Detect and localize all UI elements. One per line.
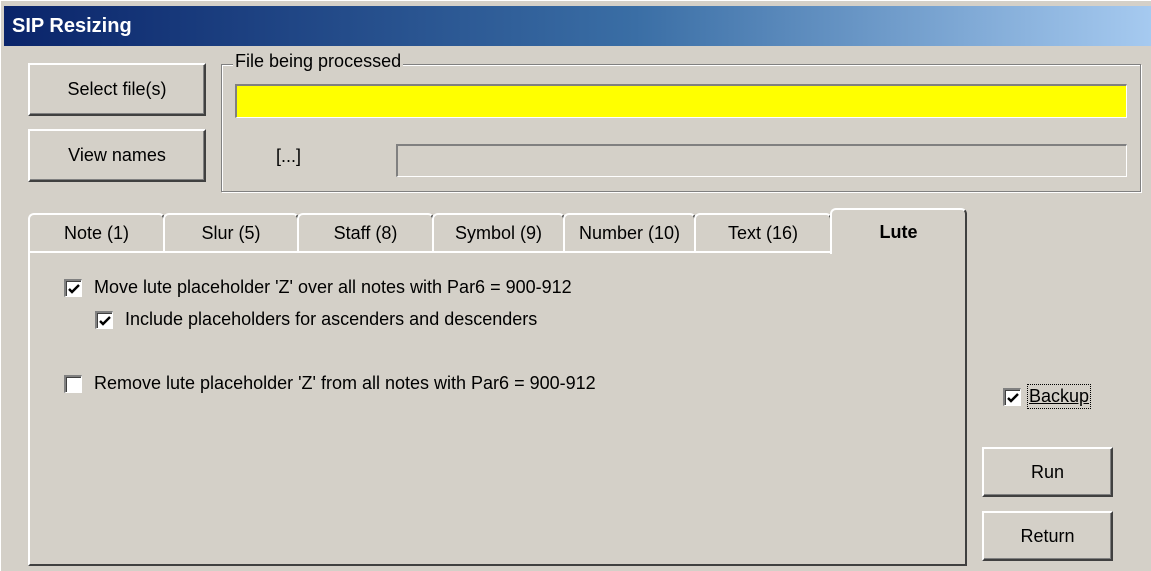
- include-placeholders-label: Include placeholders for ascenders and d…: [125, 309, 538, 329]
- tab-note-label: Note (1): [63, 222, 130, 243]
- lute-tab-panel: Move lute placeholder 'Z' over all notes…: [28, 251, 967, 566]
- view-names-button[interactable]: View names: [28, 129, 206, 182]
- file-counter-label: [...]: [276, 146, 302, 166]
- title-bar: SIP Resizing: [4, 6, 1151, 46]
- progress-bar: [396, 144, 1127, 177]
- tab-note[interactable]: Note (1): [28, 213, 165, 251]
- window-title: SIP Resizing: [12, 15, 132, 37]
- tab-text[interactable]: Text (16): [694, 213, 832, 251]
- return-button[interactable]: Return: [982, 511, 1113, 561]
- tab-text-label: Text (16): [727, 222, 799, 243]
- backup-label: Backup: [1026, 384, 1092, 409]
- remove-placeholder-option[interactable]: Remove lute placeholder 'Z' from all not…: [64, 373, 596, 394]
- tab-number[interactable]: Number (10): [563, 213, 696, 251]
- checkmark-icon: [99, 315, 111, 326]
- move-placeholder-label: Move lute placeholder 'Z' over all notes…: [94, 277, 572, 297]
- current-file-field: [235, 84, 1127, 118]
- run-button[interactable]: Run: [982, 447, 1113, 497]
- tab-staff[interactable]: Staff (8): [297, 213, 434, 251]
- file-group-label: File being processed: [233, 51, 404, 72]
- include-placeholders-checkbox[interactable]: [95, 310, 113, 329]
- tab-lute-label: Lute: [879, 221, 918, 242]
- move-placeholder-option[interactable]: Move lute placeholder 'Z' over all notes…: [64, 277, 572, 298]
- move-placeholder-checkbox[interactable]: [64, 278, 82, 297]
- tab-number-label: Number (10): [578, 222, 681, 243]
- backup-option[interactable]: Backup: [1003, 384, 1092, 409]
- tab-lute[interactable]: Lute: [830, 208, 967, 254]
- sip-resizing-window: SIP Resizing Select file(s) View names F…: [0, 0, 1151, 571]
- remove-placeholder-label: Remove lute placeholder 'Z' from all not…: [94, 373, 596, 393]
- checkmark-icon: [1007, 392, 1019, 403]
- select-files-button[interactable]: Select file(s): [28, 63, 206, 116]
- include-placeholders-option[interactable]: Include placeholders for ascenders and d…: [95, 309, 537, 330]
- tab-slur[interactable]: Slur (5): [163, 213, 299, 251]
- tab-symbol-label: Symbol (9): [454, 222, 543, 243]
- tab-symbol[interactable]: Symbol (9): [432, 213, 565, 251]
- remove-placeholder-checkbox[interactable]: [64, 374, 82, 393]
- tab-staff-label: Staff (8): [333, 222, 398, 243]
- checkmark-icon: [68, 283, 80, 294]
- tab-slur-label: Slur (5): [201, 222, 261, 243]
- backup-checkbox[interactable]: [1003, 387, 1021, 406]
